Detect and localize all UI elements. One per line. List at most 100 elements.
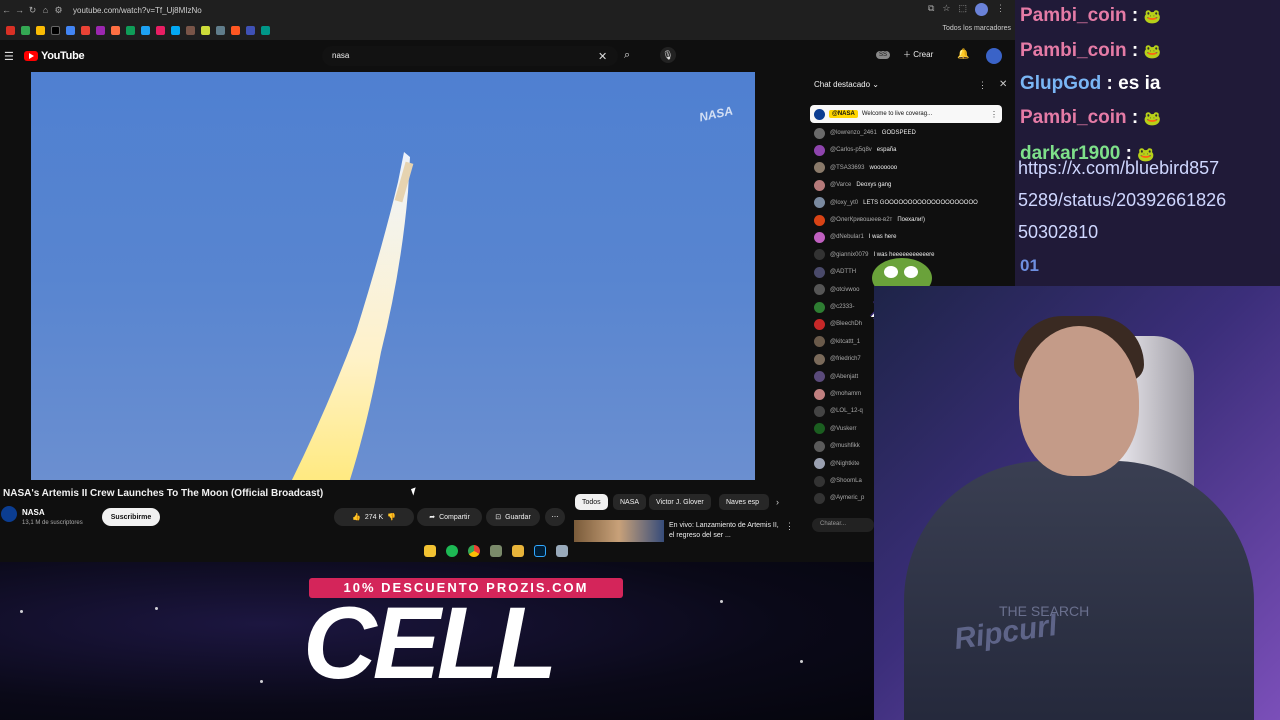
- chat-username[interactable]: @Vuskerr: [830, 426, 857, 432]
- all-bookmarks-link[interactable]: Todos los marcadores: [943, 25, 1011, 32]
- reload-icon[interactable]: ↻: [26, 5, 39, 16]
- bookmark-icon[interactable]: [216, 25, 225, 35]
- bookmark-icon[interactable]: [21, 25, 30, 35]
- chip-victor-glover[interactable]: Victor J. Glover: [649, 494, 711, 510]
- chat-username[interactable]: @Carlos-p5q8v: [830, 147, 872, 153]
- chat-username[interactable]: @ОлегКривошеев-в2т: [830, 217, 892, 223]
- bookmark-icon[interactable]: [156, 25, 165, 35]
- subscribe-button[interactable]: Suscribirme: [102, 508, 160, 526]
- bookmark-icon[interactable]: [81, 25, 90, 35]
- kebab-menu-icon[interactable]: ⋮: [996, 3, 1005, 16]
- more-actions-button[interactable]: ⋯: [545, 508, 565, 526]
- chat-username[interactable]: @ShoomLa: [830, 478, 862, 484]
- chat-message[interactable]: @mohamm: [814, 387, 866, 401]
- chat-username[interactable]: @Abenjatt: [830, 374, 858, 380]
- install-icon[interactable]: ⧉: [928, 3, 934, 16]
- forward-icon[interactable]: →: [13, 5, 26, 15]
- chat-username[interactable]: @mushfikk: [830, 443, 860, 449]
- site-info-icon[interactable]: ⚙: [52, 5, 65, 16]
- chat-username[interactable]: @Nightkite: [830, 461, 859, 467]
- chip-nasa[interactable]: NASA: [613, 494, 647, 510]
- account-avatar[interactable]: [986, 48, 1002, 64]
- chrome-icon[interactable]: [468, 545, 480, 557]
- chat-username[interactable]: @Aymeric_p: [830, 495, 864, 501]
- hamburger-menu-icon[interactable]: ☰: [4, 50, 14, 63]
- chat-username[interactable]: @c2333-: [830, 304, 854, 310]
- bookmark-icon[interactable]: [171, 25, 180, 35]
- chat-message[interactable]: @lowrenzo_2461 GODSPEED: [814, 126, 916, 140]
- taskbar-app-icon[interactable]: [556, 545, 568, 557]
- clear-search-icon[interactable]: ✕: [598, 50, 607, 63]
- chat-message[interactable]: @friedrich7: [814, 352, 866, 366]
- save-button[interactable]: ⊡ Guardar: [486, 508, 540, 526]
- chat-options-icon[interactable]: ⋮: [978, 80, 987, 91]
- back-icon[interactable]: ←: [0, 5, 13, 15]
- like-icon[interactable]: 👍: [352, 513, 361, 521]
- channel-name[interactable]: NASA: [22, 508, 45, 517]
- chat-username[interactable]: @BleechDh: [830, 321, 862, 327]
- url-field[interactable]: youtube.com/watch?v=Tf_Uj8MIzNo: [73, 6, 202, 15]
- close-icon[interactable]: ✕: [999, 79, 1007, 90]
- chat-message[interactable]: @loxy_yt0 LETS GOOOOOOOOOOOOOOOOOOOO: [814, 196, 978, 210]
- pinned-menu-icon[interactable]: ⋮: [990, 110, 998, 119]
- bookmark-icon[interactable]: [126, 25, 135, 35]
- bookmark-icon[interactable]: [96, 25, 105, 35]
- chat-username[interactable]: @ADTTH: [830, 269, 856, 275]
- bookmark-icon[interactable]: [261, 25, 270, 35]
- chat-username[interactable]: @LOL_12-q: [830, 408, 863, 414]
- bookmark-icon[interactable]: [201, 25, 210, 35]
- chat-message[interactable]: @TSA33693 wooooooo: [814, 161, 897, 175]
- chip-all[interactable]: Todos: [575, 494, 608, 510]
- chat-message[interactable]: @dNebular1 I was here: [814, 230, 896, 244]
- photoshop-icon[interactable]: [534, 545, 546, 557]
- bookmark-icon[interactable]: [36, 25, 45, 35]
- home-icon[interactable]: ⌂: [39, 5, 52, 15]
- bookmark-icon[interactable]: [51, 25, 60, 35]
- chat-message[interactable]: @Aymeric_p: [814, 491, 869, 505]
- dislike-icon[interactable]: 👎: [387, 513, 396, 521]
- chat-message[interactable]: @ShoomLa: [814, 474, 867, 488]
- recommended-menu-icon[interactable]: ⋮: [785, 521, 794, 532]
- chat-username[interactable]: @friedrich7: [830, 356, 861, 362]
- chat-message[interactable]: @ADTTH: [814, 265, 861, 279]
- microphone-icon[interactable]: 🎙: [660, 47, 676, 63]
- chat-username[interactable]: @loxy_yt0: [830, 200, 858, 206]
- chat-message[interactable]: @Carlos-p5q8v españa: [814, 143, 896, 157]
- chat-mode-selector[interactable]: Chat destacado ⌄: [814, 80, 879, 89]
- extensions-icon[interactable]: ⬚: [958, 3, 967, 16]
- recommended-thumbnail[interactable]: [574, 520, 664, 542]
- chat-input[interactable]: Chatear...: [812, 518, 874, 532]
- chat-username[interactable]: @dNebular1: [830, 234, 864, 240]
- chat-message[interactable]: @LOL_12-q: [814, 404, 868, 418]
- search-icon[interactable]: ⌕: [624, 49, 630, 62]
- bookmark-icon[interactable]: [141, 25, 150, 35]
- chip-naves[interactable]: Naves esp: [719, 494, 769, 510]
- chat-username[interactable]: @kitcattt_1: [830, 339, 860, 345]
- bookmark-icon[interactable]: [231, 25, 240, 35]
- search-input[interactable]: nasa: [322, 46, 618, 66]
- chat-message[interactable]: @Abenjatt: [814, 370, 863, 384]
- chevron-right-icon[interactable]: ›: [776, 497, 779, 507]
- notifications-bell-icon[interactable]: 🔔: [957, 49, 969, 60]
- bookmark-icon[interactable]: [246, 25, 255, 35]
- chat-username[interactable]: @TSA33693: [830, 165, 864, 171]
- bookmark-icon[interactable]: [66, 25, 75, 35]
- profile-avatar[interactable]: [975, 3, 988, 16]
- chat-message[interactable]: @BleechDh: [814, 317, 867, 331]
- chat-message[interactable]: @ОлегКривошеев-в2т Поехали!): [814, 213, 925, 227]
- chat-message[interactable]: @otcivwoo: [814, 283, 864, 297]
- recommended-title[interactable]: En vivo: Lanzamiento de Artemis II, el r…: [669, 521, 779, 541]
- channel-avatar[interactable]: [1, 506, 17, 522]
- create-button[interactable]: ＋ Crear: [903, 49, 933, 60]
- file-explorer-icon[interactable]: [512, 545, 524, 557]
- video-player[interactable]: NASA: [31, 72, 755, 480]
- chat-message[interactable]: @mushfikk: [814, 439, 865, 453]
- chat-username[interactable]: @giannix0079: [830, 252, 868, 258]
- chat-username[interactable]: @lowrenzo_2461: [830, 130, 877, 136]
- youtube-logo[interactable]: YouTube: [24, 50, 85, 62]
- spotify-icon[interactable]: [446, 545, 458, 557]
- pinned-message[interactable]: @NASA Welcome to live coverag... ⋮: [810, 105, 1002, 123]
- like-count[interactable]: 274 K: [365, 514, 383, 521]
- chat-message[interactable]: @Varce Deoxys gang: [814, 178, 891, 192]
- bookmark-icon[interactable]: [111, 25, 120, 35]
